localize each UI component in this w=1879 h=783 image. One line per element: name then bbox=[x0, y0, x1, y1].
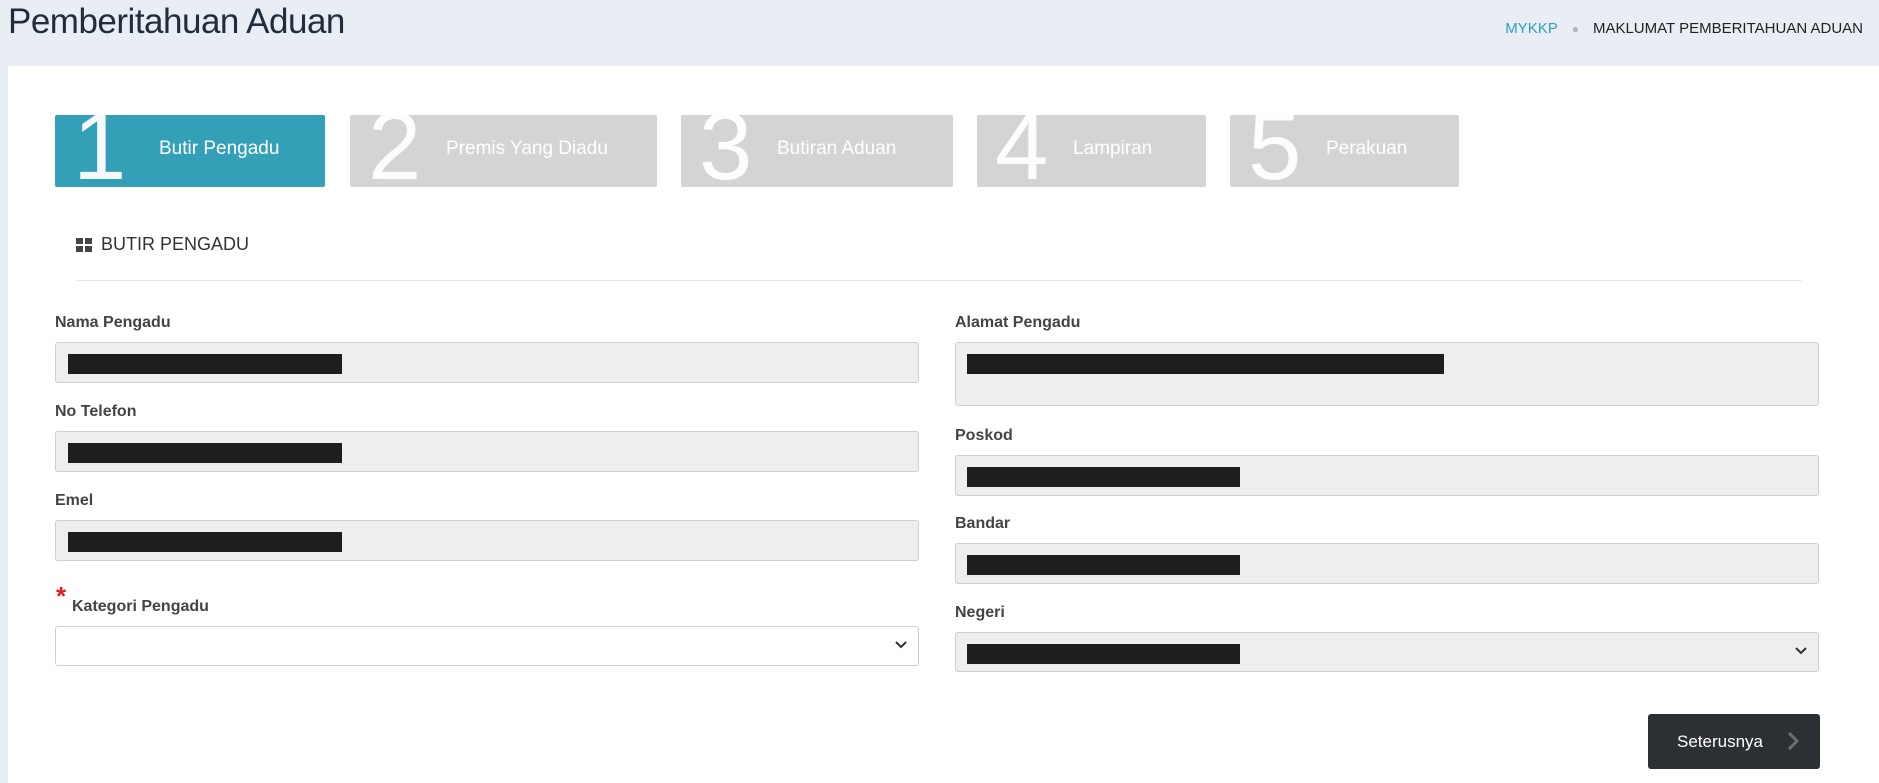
section-divider bbox=[76, 280, 1802, 281]
bandar-label: Bandar bbox=[955, 515, 1011, 532]
alamat-pengadu-textarea[interactable] bbox=[955, 342, 1819, 406]
nama-pengadu-label: Nama Pengadu bbox=[55, 314, 171, 331]
kategori-pengadu-label: Kategori Pengadu bbox=[72, 598, 209, 615]
step-number: 4 bbox=[995, 115, 1049, 187]
form-card: 1 Butir Pengadu 2 Premis Yang Diadu 3 Bu… bbox=[8, 66, 1879, 783]
grid-icon bbox=[76, 237, 92, 252]
redacted-value bbox=[68, 354, 342, 374]
required-marker: * bbox=[56, 581, 67, 611]
breadcrumb-home-link[interactable]: MYKKP bbox=[1505, 20, 1558, 37]
step-label: Butir Pengadu bbox=[159, 138, 280, 159]
nama-pengadu-input[interactable] bbox=[55, 342, 919, 383]
next-button-label: Seterusnya bbox=[1677, 731, 1763, 751]
chevron-down-icon bbox=[1795, 647, 1807, 655]
redacted-value bbox=[967, 467, 1240, 487]
breadcrumb: MYKKP ● MAKLUMAT PEMBERITAHUAN ADUAN bbox=[1505, 20, 1863, 37]
alamat-pengadu-label: Alamat Pengadu bbox=[955, 314, 1081, 331]
step-butir-pengadu[interactable]: 1 Butir Pengadu bbox=[55, 115, 325, 187]
no-telefon-input[interactable] bbox=[55, 431, 919, 472]
redacted-value bbox=[68, 532, 342, 552]
breadcrumb-current: MAKLUMAT PEMBERITAHUAN ADUAN bbox=[1592, 20, 1863, 37]
emel-input[interactable] bbox=[55, 520, 919, 561]
section-title: BUTIR PENGADU bbox=[101, 234, 250, 254]
step-number: 5 bbox=[1248, 115, 1302, 187]
step-premis-yang-diadu[interactable]: 2 Premis Yang Diadu bbox=[350, 115, 657, 187]
step-butiran-aduan[interactable]: 3 Butiran Aduan bbox=[681, 115, 953, 187]
step-label: Perakuan bbox=[1326, 138, 1408, 159]
chevron-right-icon bbox=[1787, 731, 1800, 751]
redacted-value bbox=[967, 354, 1444, 374]
redacted-value bbox=[68, 443, 342, 463]
no-telefon-label: No Telefon bbox=[55, 403, 137, 420]
page-title: Pemberitahuan Aduan bbox=[8, 2, 345, 41]
step-number: 2 bbox=[368, 115, 422, 187]
bandar-input[interactable] bbox=[955, 543, 1819, 584]
poskod-input[interactable] bbox=[955, 455, 1819, 496]
step-label: Lampiran bbox=[1073, 138, 1153, 159]
breadcrumb-separator-icon: ● bbox=[1571, 21, 1579, 36]
redacted-value bbox=[967, 644, 1240, 664]
step-label: Butiran Aduan bbox=[777, 138, 897, 159]
next-button[interactable]: Seterusnya bbox=[1648, 714, 1820, 769]
step-number: 3 bbox=[699, 115, 753, 187]
chevron-down-icon bbox=[895, 641, 907, 649]
step-perakuan[interactable]: 5 Perakuan bbox=[1230, 115, 1459, 187]
emel-label: Emel bbox=[55, 492, 94, 509]
poskod-label: Poskod bbox=[955, 427, 1013, 444]
step-lampiran[interactable]: 4 Lampiran bbox=[977, 115, 1206, 187]
kategori-pengadu-select[interactable] bbox=[55, 626, 919, 666]
negeri-label: Negeri bbox=[955, 604, 1005, 621]
redacted-value bbox=[967, 555, 1240, 575]
step-label: Premis Yang Diadu bbox=[446, 138, 608, 159]
negeri-select[interactable] bbox=[955, 632, 1819, 672]
step-number: 1 bbox=[73, 115, 127, 187]
section-header: BUTIR PENGADU bbox=[76, 234, 249, 255]
